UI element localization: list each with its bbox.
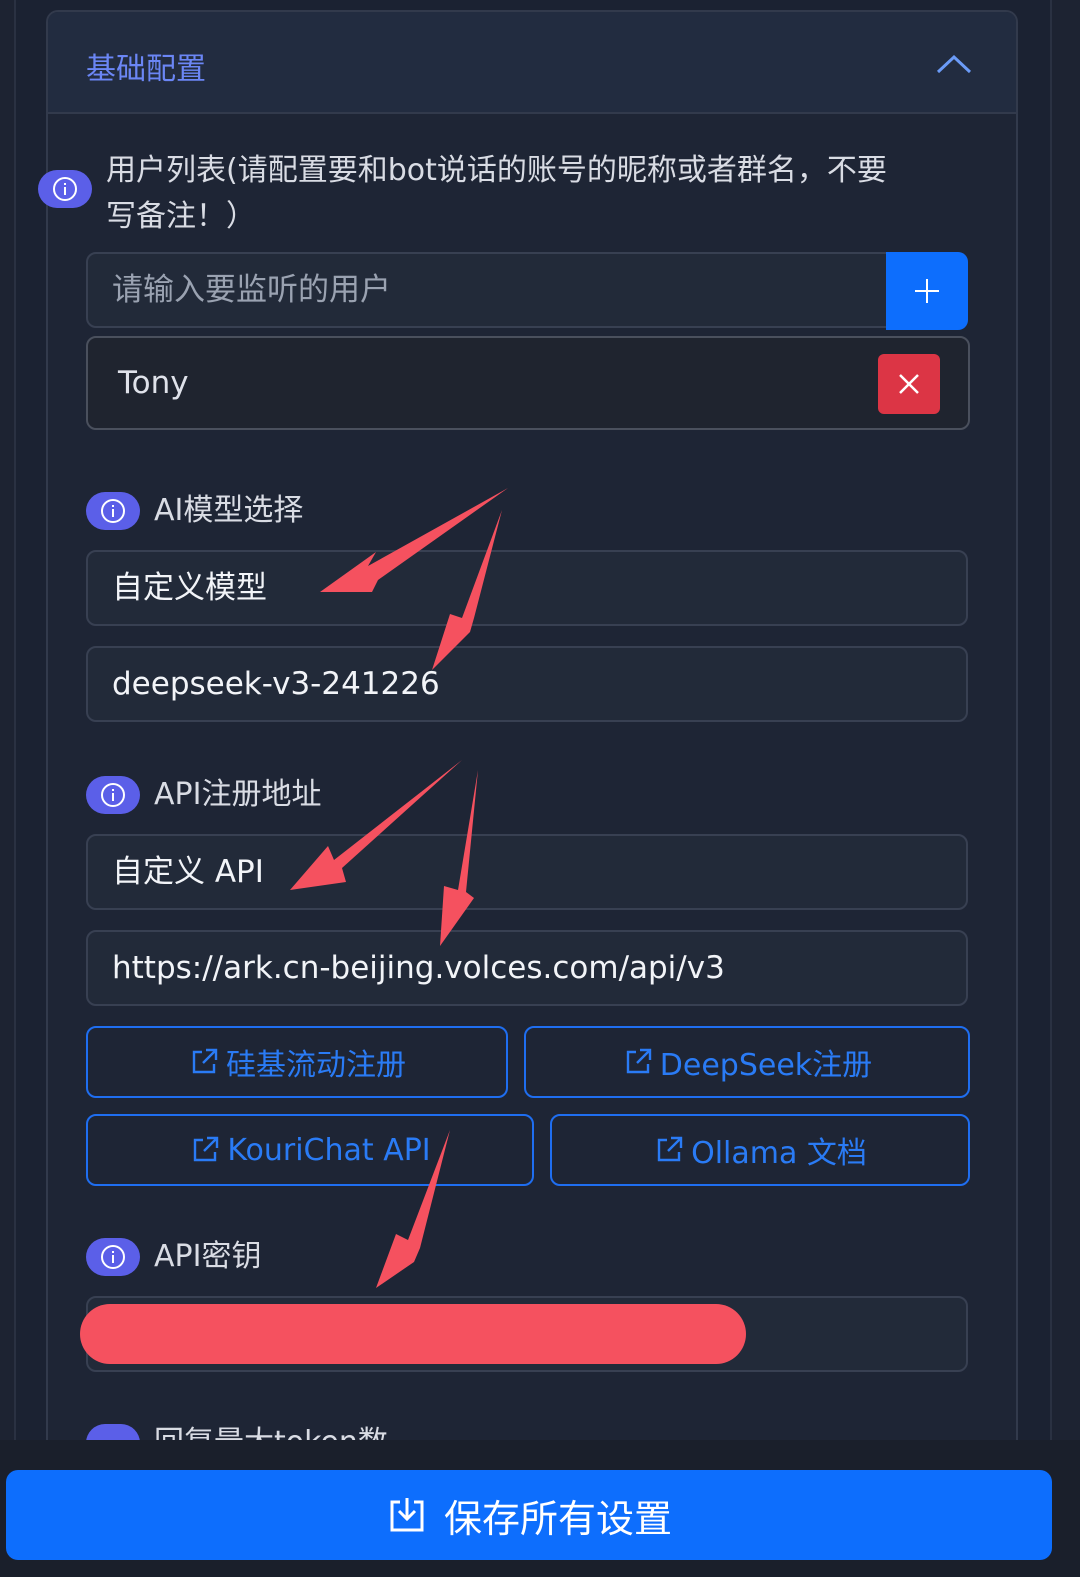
chevron-up-icon[interactable] — [934, 52, 974, 76]
link-label: Ollama 文档 — [691, 1136, 867, 1171]
user-input-placeholder: 请输入要监听的用户 — [112, 272, 391, 308]
info-icon[interactable] — [38, 170, 92, 208]
api-key-label-row: API密钥 — [86, 1234, 261, 1280]
user-list-label: 用户列表(请配置要和bot说话的账号的昵称或者群名，不要写备注！） — [106, 153, 887, 234]
siliconflow-register-button[interactable]: 硅基流动注册 — [86, 1026, 508, 1098]
user-tag-name: Tony — [118, 365, 189, 401]
info-icon[interactable] — [86, 492, 140, 530]
info-icon[interactable] — [86, 776, 140, 814]
card-header[interactable]: 基础配置 — [48, 12, 1016, 114]
api-provider-select[interactable]: 自定义 API — [86, 834, 968, 910]
user-list-label-row: 用户列表(请配置要和bot说话的账号的昵称或者群名，不要写备注！） — [38, 148, 918, 240]
api-url-input[interactable]: https://ark.cn-beijing.volces.com/api/v3 — [86, 930, 968, 1006]
model-provider-value: 自定义模型 — [112, 570, 267, 606]
link-label: DeepSeek注册 — [659, 1048, 873, 1083]
plus-icon — [915, 279, 939, 303]
deepseek-register-button[interactable]: DeepSeek注册 — [524, 1026, 970, 1098]
model-name-input[interactable]: deepseek-v3-241226 — [86, 646, 968, 722]
api-label-row: API注册地址 — [86, 772, 321, 818]
download-icon — [390, 1498, 424, 1532]
save-all-button[interactable]: 保存所有设置 — [6, 1470, 1052, 1560]
model-name-value: deepseek-v3-241226 — [112, 666, 440, 702]
link-label: KouriChat API — [227, 1132, 431, 1168]
external-link-icon — [657, 1136, 683, 1162]
remove-user-button[interactable] — [878, 354, 940, 414]
next-label: 回复最大token数 — [154, 1420, 388, 1442]
kourichat-api-button[interactable]: KouriChat API — [86, 1114, 534, 1186]
card-title: 基础配置 — [86, 52, 206, 87]
external-link-icon — [192, 1048, 218, 1074]
redaction-bar — [80, 1304, 746, 1364]
next-label-row: 回复最大token数 — [86, 1420, 388, 1442]
ollama-docs-button[interactable]: Ollama 文档 — [550, 1114, 970, 1186]
user-input[interactable]: 请输入要监听的用户 — [86, 252, 968, 330]
info-icon[interactable] — [86, 1238, 140, 1276]
user-tag: Tony — [86, 336, 970, 430]
api-label: API注册地址 — [154, 777, 322, 812]
api-key-label: API密钥 — [154, 1239, 262, 1274]
external-link-icon — [626, 1048, 651, 1074]
api-provider-value: 自定义 API — [112, 854, 264, 890]
close-icon — [899, 374, 919, 394]
add-user-button[interactable] — [886, 252, 968, 330]
external-link-icon — [194, 1136, 219, 1162]
model-label: AI模型选择 — [154, 493, 304, 528]
api-url-value: https://ark.cn-beijing.volces.com/api/v3 — [112, 950, 725, 986]
model-label-row: AI模型选择 — [86, 488, 303, 534]
save-label: 保存所有设置 — [443, 1496, 672, 1541]
model-provider-select[interactable]: 自定义模型 — [86, 550, 968, 626]
link-label: 硅基流动注册 — [226, 1048, 406, 1083]
